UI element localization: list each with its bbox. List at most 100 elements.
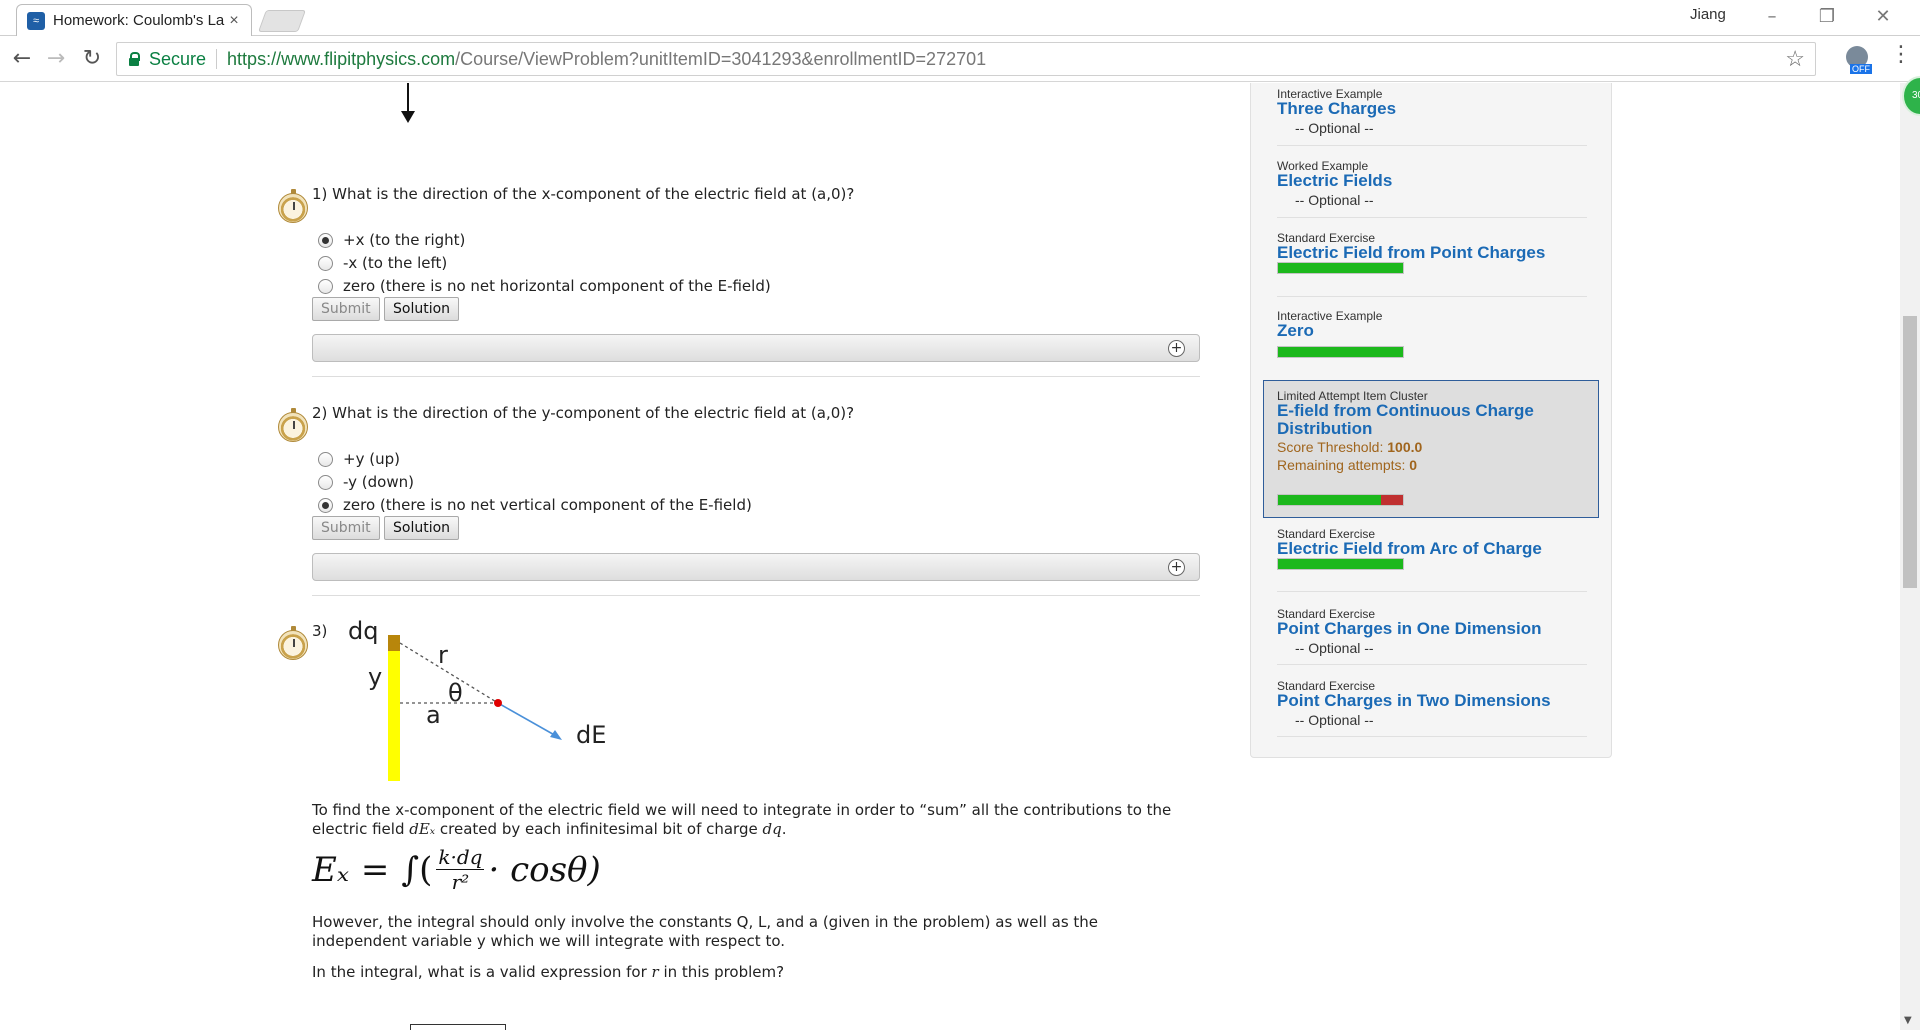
- charge-element-dq: [388, 635, 400, 651]
- profile-name[interactable]: Jiang: [1690, 6, 1726, 23]
- question-3-number: 3): [312, 622, 328, 640]
- q1-option-3[interactable]: zero (there is no net horizontal compone…: [318, 277, 771, 295]
- sidebar-separator: [1277, 664, 1587, 665]
- q2-option-2[interactable]: -y (down): [318, 473, 414, 491]
- formula-numerator: k·dq: [436, 845, 485, 870]
- close-window-icon[interactable]: ✕: [1868, 4, 1898, 30]
- q1-submit-button[interactable]: Submit: [312, 297, 380, 321]
- chrome-menu-icon[interactable]: ⋮: [1890, 42, 1912, 67]
- sidebar-separator: [1277, 591, 1587, 592]
- restore-icon[interactable]: ❐: [1812, 4, 1842, 30]
- sidebar-item-zero[interactable]: Interactive Example Zero: [1277, 309, 1587, 358]
- item-title-link[interactable]: E-field from Continuous Charge: [1277, 402, 1587, 420]
- item-type: Interactive Example: [1277, 309, 1383, 323]
- para1-math-dq: dq: [762, 820, 782, 838]
- tab-homework[interactable]: ≈ Homework: Coulomb's La ×: [16, 4, 252, 36]
- progress-bar: [1277, 262, 1404, 274]
- q2-expander-bar[interactable]: +: [312, 553, 1200, 581]
- q3-paragraph-1: To find the x-component of the electric …: [312, 801, 1192, 839]
- extension-icon[interactable]: OFF: [1846, 46, 1872, 74]
- q1-option-2[interactable]: -x (to the left): [318, 254, 447, 272]
- item-title-link[interactable]: Electric Fields: [1277, 172, 1587, 190]
- sidebar-item-continuous-charge[interactable]: Limited Attempt Item Cluster E-field fro…: [1277, 390, 1587, 506]
- scroll-down-icon[interactable]: ▼: [1904, 1015, 1912, 1026]
- tab-close-icon[interactable]: ×: [225, 12, 243, 30]
- q3-paragraph-2: However, the integral should only involv…: [312, 913, 1099, 950]
- label-dq: dq: [348, 617, 379, 645]
- timer-clock-icon: [278, 189, 308, 223]
- item-title-link[interactable]: Three Charges: [1277, 100, 1587, 118]
- radio-button[interactable]: [318, 278, 333, 294]
- q1-expander-bar[interactable]: +: [312, 334, 1200, 362]
- browser-toolbar: ← → ↻ Secure https://www.flipitphysics.c…: [0, 36, 1920, 82]
- q2-submit-button[interactable]: Submit: [312, 516, 380, 540]
- expand-plus-icon[interactable]: +: [1168, 559, 1185, 576]
- forward-icon[interactable]: →: [42, 45, 70, 73]
- radio-button[interactable]: [318, 232, 333, 248]
- formula-fraction: k·dq r²: [436, 845, 485, 894]
- item-optional: -- Optional --: [1295, 192, 1374, 208]
- minimize-icon[interactable]: –: [1757, 4, 1787, 30]
- sidebar-item-point-charges[interactable]: Standard Exercise Electric Field from Po…: [1277, 232, 1587, 274]
- sidebar-item-one-dimension[interactable]: Standard Exercise Point Charges in One D…: [1277, 608, 1587, 658]
- question-2-text: 2) What is the direction of the y-compon…: [312, 404, 855, 422]
- radio-button[interactable]: [318, 474, 333, 490]
- dE-arrowhead: [550, 730, 562, 740]
- label-r: r: [438, 641, 448, 669]
- item-title-link-line2[interactable]: Distribution: [1277, 420, 1587, 438]
- radio-button[interactable]: [318, 255, 333, 271]
- para1-math-dEx: dEₓ: [409, 820, 436, 838]
- q1-solution-button[interactable]: Solution: [384, 297, 460, 321]
- item-title-link[interactable]: Zero: [1277, 322, 1587, 340]
- sidebar-separator: [1277, 145, 1587, 146]
- back-icon[interactable]: ←: [8, 45, 36, 73]
- radio-button[interactable]: [318, 451, 333, 467]
- page-scrollbar[interactable]: ▼: [1900, 83, 1920, 1030]
- item-title-link[interactable]: Electric Field from Arc of Charge: [1277, 540, 1587, 558]
- q2-option-1[interactable]: +y (up): [318, 450, 400, 468]
- progress-bar: [1277, 346, 1404, 358]
- item-title-link[interactable]: Point Charges in One Dimension: [1277, 620, 1587, 638]
- para1-text-b: created by each infinitesimal bit of cha…: [435, 820, 763, 838]
- sidebar-separator: [1277, 217, 1587, 218]
- down-arrow-icon: [401, 83, 415, 123]
- item-title-link[interactable]: Point Charges in Two Dimensions: [1277, 692, 1587, 710]
- q2-option-3[interactable]: zero (there is no net vertical component…: [318, 496, 752, 514]
- q2-solution-button[interactable]: Solution: [384, 516, 460, 540]
- formula-lhs: Eₓ: [312, 849, 349, 890]
- para1-text-c: .: [781, 820, 787, 838]
- sidebar-item-two-dimensions[interactable]: Standard Exercise Point Charges in Two D…: [1277, 680, 1587, 730]
- timer-clock-icon: [278, 626, 308, 660]
- formula-integral: ∫(: [401, 849, 433, 890]
- field-point: [494, 699, 502, 707]
- item-title-link[interactable]: Electric Field from Point Charges: [1277, 244, 1587, 262]
- lock-icon: [127, 52, 141, 66]
- attempts-label: Remaining attempts:: [1277, 457, 1410, 473]
- item-optional: -- Optional --: [1295, 640, 1374, 656]
- radio-button[interactable]: [318, 497, 333, 513]
- option-label: +x (to the right): [343, 231, 466, 249]
- divider: [312, 595, 1200, 596]
- page-content: 1) What is the direction of the x-compon…: [0, 83, 1900, 1030]
- para3-math-r: r: [651, 963, 659, 981]
- option-label: -y (down): [343, 473, 414, 491]
- extension-off-badge: OFF: [1850, 64, 1872, 74]
- sidebar-item-electric-fields[interactable]: Worked Example Electric Fields -- Option…: [1277, 160, 1587, 210]
- reload-icon[interactable]: ↻: [78, 45, 106, 73]
- q1-option-1[interactable]: +x (to the right): [318, 231, 465, 249]
- label-y: y: [368, 663, 383, 691]
- answer-input-box[interactable]: [410, 1024, 506, 1030]
- question-1-text: 1) What is the direction of the x-compon…: [312, 185, 855, 203]
- sidebar-item-arc-of-charge[interactable]: Standard Exercise Electric Field from Ar…: [1277, 528, 1587, 570]
- bookmark-star-icon[interactable]: ☆: [1785, 46, 1805, 72]
- address-bar[interactable]: Secure https://www.flipitphysics.com /Co…: [116, 42, 1816, 76]
- para3-text-a: In the integral, what is a valid express…: [312, 963, 652, 981]
- sidebar-item-three-charges[interactable]: Interactive Example Three Charges -- Opt…: [1277, 88, 1587, 138]
- scroll-thumb[interactable]: [1903, 316, 1917, 588]
- item-optional: -- Optional --: [1295, 120, 1374, 136]
- dE-vector: [497, 702, 559, 738]
- formula-rest: · cosθ): [488, 849, 601, 890]
- expand-plus-icon[interactable]: +: [1168, 340, 1185, 357]
- new-tab-button[interactable]: [257, 10, 307, 32]
- ex-formula: Eₓ = ∫( k·dq r² · cosθ): [312, 845, 601, 894]
